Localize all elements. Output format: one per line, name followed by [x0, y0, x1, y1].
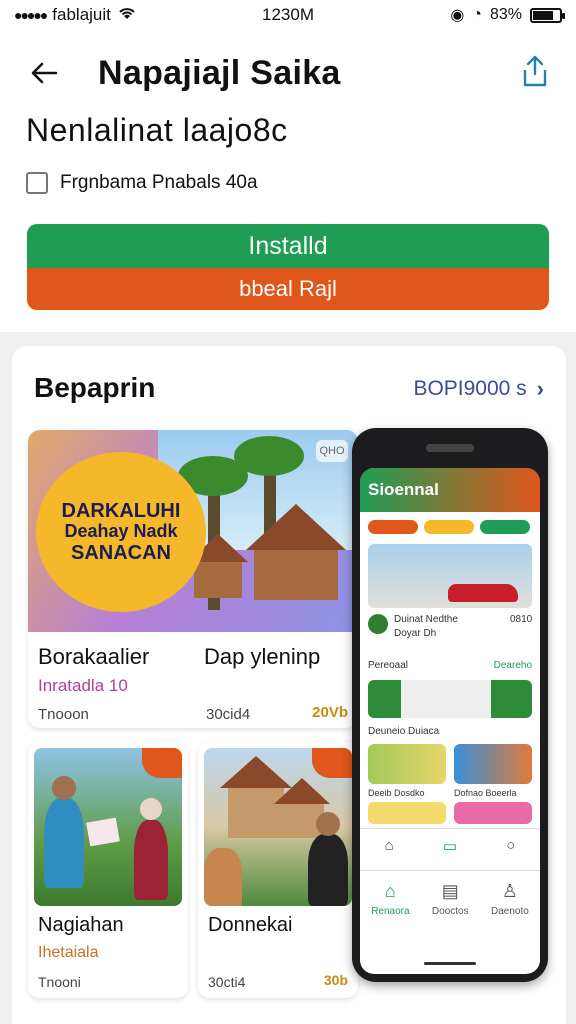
badge-line-1: DARKALUHI: [61, 500, 181, 523]
phone-tab-label: Daenoto: [490, 906, 529, 917]
wifi-icon: [117, 5, 137, 26]
person-icon: ♙: [501, 881, 518, 901]
tile-meta: Tnooni: [38, 974, 81, 990]
list-item[interactable]: Donnekai 30cti4 30b: [198, 742, 358, 998]
phone-line-2: Doyar Dh: [394, 628, 437, 639]
clock: 1230M: [262, 5, 314, 24]
featured-rating: 20Vb: [312, 704, 348, 721]
app-header: Napajiajl Saika: [0, 40, 576, 106]
cards-icon: ▭: [442, 837, 458, 855]
battery-percent: 83%: [489, 6, 522, 23]
phone-header: Sioennal: [360, 468, 540, 512]
featured-corner-tag: QHO: [316, 440, 348, 462]
see-all-label: BOPI9000 s: [413, 377, 527, 400]
featured-badge: DARKALUHI Deahay Nadk SANACAN: [36, 452, 206, 612]
featured-meta-left: Tnooon: [38, 706, 89, 723]
chevron-right-icon: ›: [536, 376, 544, 401]
phone-tab-docs: ▤ Dooctos: [432, 881, 469, 917]
location-icon: ◉: [450, 7, 465, 24]
featured-caption-left: Borakaalier: [38, 644, 150, 669]
phone-header-title: Sioennal: [368, 480, 439, 499]
tile-rating: 30b: [323, 972, 348, 988]
phone-card: [368, 744, 446, 784]
secondary-button[interactable]: bbeal Rajl: [27, 268, 549, 310]
featured-meta-right: 30cid4: [206, 706, 251, 723]
tile-title: Donnekai: [208, 914, 293, 936]
page-title: Napajiajl Saika: [98, 53, 341, 92]
phone-inner-nav: ⌂ ▭ ○: [360, 828, 540, 862]
phone-preview: Sioennal Duinat Nedthe Doyar Dh 0810 Per…: [352, 428, 548, 982]
avatar: [368, 614, 388, 634]
phone-feature-image: [368, 544, 532, 608]
phone-line-1: Duinat Nedthe: [394, 614, 458, 625]
option-checkbox[interactable]: [26, 172, 48, 194]
phone-card-caption: Deeib Dosdko: [368, 788, 425, 798]
carrier-label: fablajuit: [52, 5, 111, 24]
featured-card[interactable]: DARKALUHI Deahay Nadk SANACAN QHO Boraka…: [28, 430, 358, 728]
home-icon: ⌂: [384, 837, 394, 854]
phone-strip: [368, 680, 532, 718]
badge-line-3: SANACAN: [71, 541, 171, 564]
phone-tab-bar: ⌂ Renaora ▤ Dooctos ♙ Daenoto: [360, 870, 540, 946]
tile-image: [34, 748, 182, 906]
document-icon: ▤: [441, 881, 459, 901]
phone-tab-profile: ♙ Daenoto: [491, 881, 529, 917]
tile-title: Nagiahan: [38, 914, 124, 936]
featured-image: DARKALUHI Deahay Nadk SANACAN QHO: [28, 430, 358, 632]
phone-tab-label: Dooctos: [431, 906, 469, 917]
featured-category: Inratadla 10: [38, 676, 128, 695]
tile-meta: 30cti4: [208, 974, 246, 990]
section-title: Bepaprin: [34, 372, 156, 403]
badge-line-2: Deahay Nadk: [64, 521, 178, 542]
phone-card: [454, 744, 532, 784]
app-screen: ●●●●● fablajuit 1230M ◉ ◔ 83% Napajiajl …: [0, 0, 576, 1024]
option-row[interactable]: Frgnbama Pnabals 40a: [26, 172, 258, 194]
arrow-left-icon[interactable]: [24, 53, 64, 93]
search-icon: ○: [506, 837, 516, 854]
battery-icon: [530, 7, 565, 23]
install-button[interactable]: Installd: [27, 224, 549, 268]
share-icon[interactable]: [520, 54, 550, 88]
phone-card-caption: Dofnao Boeerla: [454, 788, 517, 798]
home-icon: ⌂: [384, 881, 396, 901]
tile-image: [204, 748, 352, 906]
alarm-icon: ◔: [472, 6, 482, 23]
phone-tab-label: Renaora: [371, 906, 410, 917]
phone-more-link: Deareho: [493, 660, 532, 671]
phone-corner: 0810: [510, 614, 533, 625]
signal-icon: ●●●●●: [14, 7, 48, 23]
list-item[interactable]: Nagiahan Ihetaiala Tnooni: [28, 742, 188, 998]
phone-section-1: Pereoaal: [368, 660, 409, 671]
tile-category: Ihetaiala: [38, 944, 99, 961]
phone-tab-home: ⌂ Renaora: [371, 881, 409, 917]
app-subtitle: Nenlalinat laajo8c: [26, 112, 288, 148]
phone-section-2: Deuneio Duiaca: [368, 726, 440, 737]
featured-caption-right: Dap yleninp: [204, 644, 321, 669]
option-label: Frgnbama Pnabals 40a: [60, 172, 258, 193]
status-bar: ●●●●● fablajuit 1230M ◉ ◔ 83%: [0, 0, 576, 30]
home-indicator: [424, 962, 476, 965]
see-all-link[interactable]: BOPI9000 s ›: [413, 376, 544, 402]
